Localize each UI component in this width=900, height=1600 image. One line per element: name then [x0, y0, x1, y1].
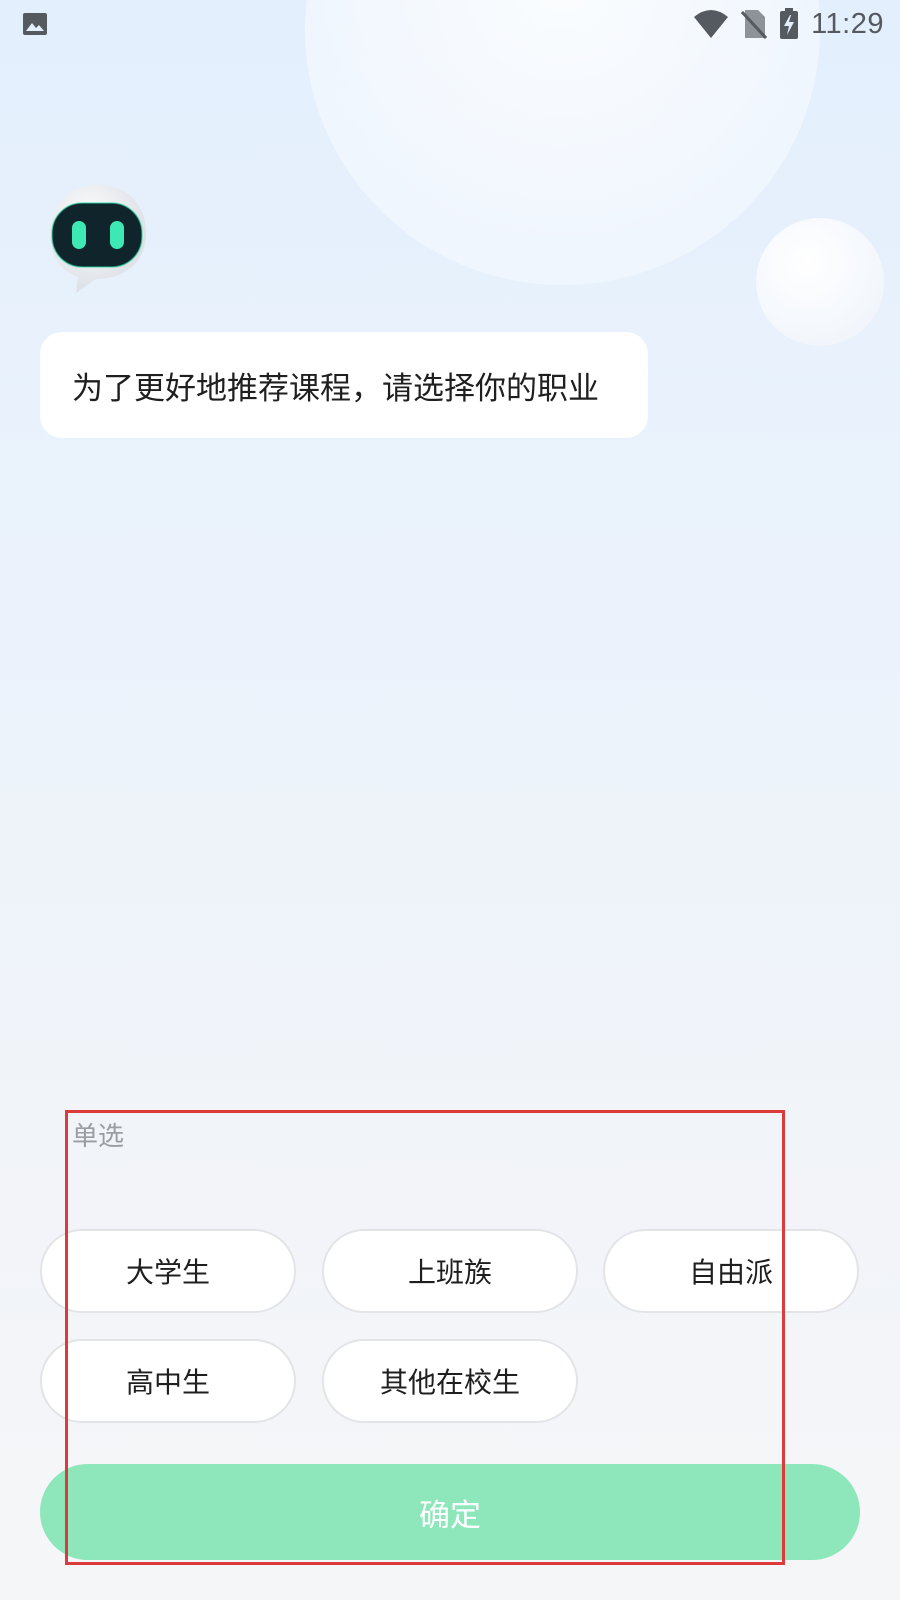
robot-avatar-icon: [46, 183, 150, 293]
status-icons: 11:29: [693, 6, 884, 42]
option-freelancer[interactable]: 自由派: [603, 1229, 859, 1313]
no-sim-icon: [741, 9, 768, 39]
option-college-student[interactable]: 大学生: [40, 1229, 296, 1313]
confirm-button[interactable]: 确定: [40, 1464, 860, 1560]
chat-message-bubble: 为了更好地推荐课程，请选择你的职业: [40, 332, 648, 438]
image-icon: [22, 12, 48, 36]
option-office-worker[interactable]: 上班族: [322, 1229, 578, 1313]
chat-message-text: 为了更好地推荐课程，请选择你的职业: [72, 370, 599, 407]
status-time: 11:29: [811, 7, 884, 40]
battery-charging-icon: [779, 8, 799, 40]
option-high-school-student[interactable]: 高中生: [40, 1339, 296, 1423]
selection-mode-label: 单选: [72, 1122, 125, 1152]
status-bar: 11:29: [0, 0, 900, 50]
background-circle-small: [756, 218, 884, 346]
option-other-student[interactable]: 其他在校生: [322, 1339, 578, 1423]
wifi-icon: [693, 9, 729, 39]
